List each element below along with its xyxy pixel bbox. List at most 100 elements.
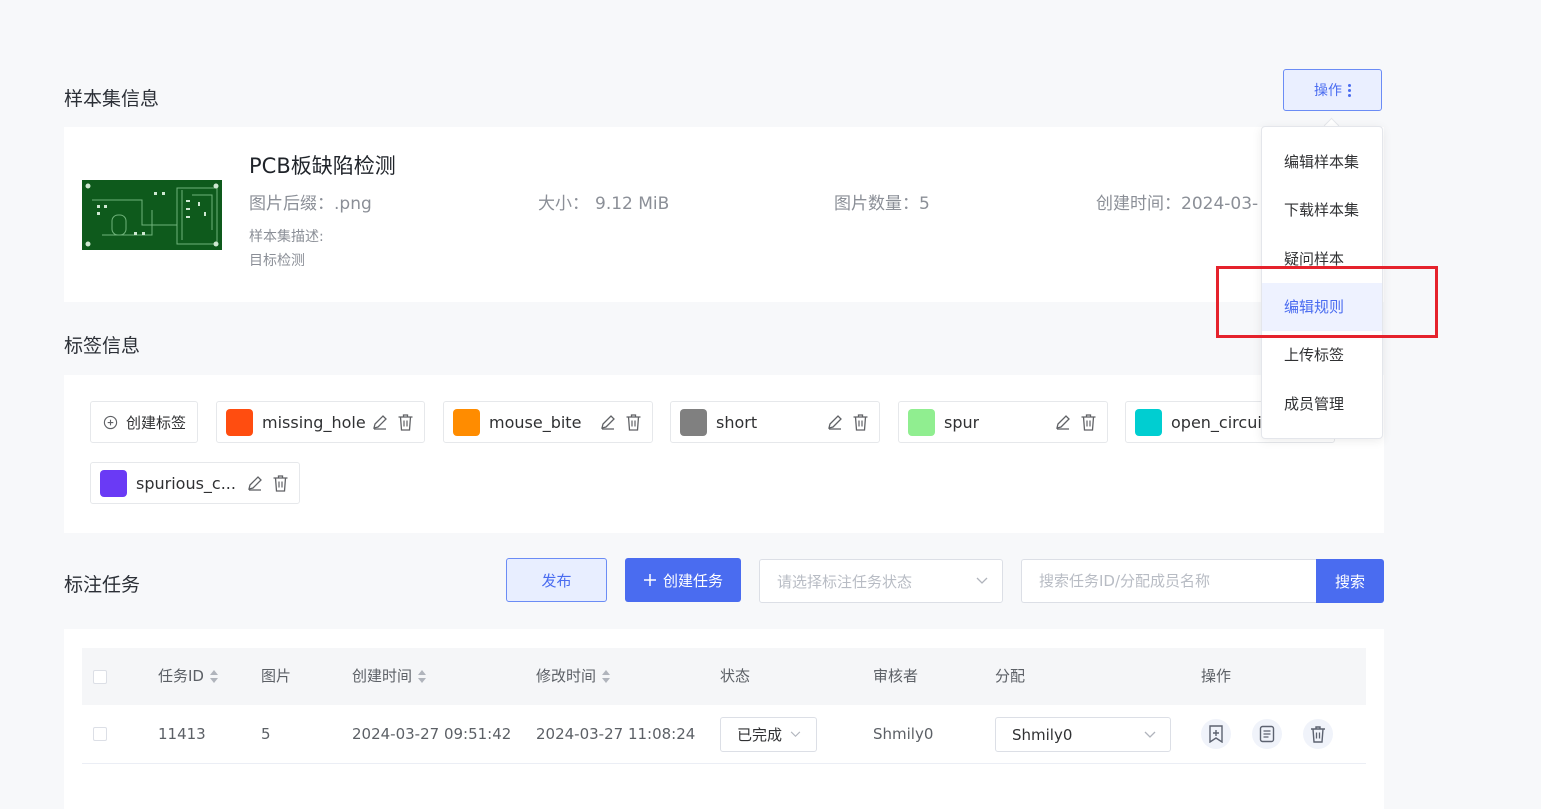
header-ops: 操作 [1201,667,1232,685]
header-task-id[interactable]: 任务ID [158,648,218,705]
tag-actions [1054,413,1097,431]
size-label: 大小： [538,194,589,214]
row-assign-select[interactable]: Shmily0 [995,717,1171,752]
edit-icon[interactable] [1054,413,1072,431]
chevron-down-icon [1144,731,1156,738]
checkbox[interactable] [93,669,107,684]
row-reviewer: Shmily0 [873,725,934,743]
header-select-all[interactable] [93,648,107,705]
row-divider [82,763,1366,764]
row-images: 5 [261,725,271,743]
bookmark-add-icon[interactable] [1201,719,1231,749]
dataset-desc-value: 目标检测 [249,253,305,269]
tag-chip[interactable]: mouse_bite [443,401,653,443]
tag-label: missing_hole [262,412,366,432]
publish-button[interactable]: 发布 [506,558,607,602]
trash-icon[interactable] [272,474,289,492]
row-modified: 2024-03-27 11:08:24 [536,725,696,743]
tag-color-swatch [226,408,253,436]
row-checkbox[interactable] [93,727,107,741]
dataset-image-count: 图片数量：5 [834,189,930,214]
chevron-down-icon [976,577,988,584]
dataset-name: PCB板缺陷检测 [249,154,396,178]
count-label: 图片数量： [834,194,919,214]
tag-actions [246,474,289,492]
tag-chip[interactable]: spur [898,401,1108,443]
tag-chip[interactable]: short [670,401,880,443]
create-task-label: 创建任务 [662,571,723,590]
dataset-thumbnail [82,180,222,250]
menu-item-edit-dataset[interactable]: 编辑样本集 [1262,138,1382,186]
edit-icon[interactable] [246,474,264,492]
sort-icon[interactable] [209,670,218,683]
header-created-label: 创建时间 [352,667,413,685]
trash-icon[interactable] [397,413,414,431]
section-title-dataset: 样本集信息 [64,88,160,110]
tag-label: spur [944,412,980,432]
count-value: 5 [919,194,930,214]
row-assign-value: Shmily0 [1012,725,1073,744]
tag-label: mouse_bite [489,412,582,432]
header-modified-label: 修改时间 [536,667,597,685]
task-status-select[interactable]: 请选择标注任务状态 [759,559,1003,603]
tag-chip[interactable]: spurious_c... [90,462,300,504]
section-title-tasks: 标注任务 [64,574,141,596]
header-created[interactable]: 创建时间 [352,648,427,705]
plus-icon [643,574,656,586]
trash-icon[interactable] [852,413,869,431]
menu-item-upload-labels[interactable]: 上传标签 [1262,331,1382,379]
header-modified[interactable]: 修改时间 [536,648,611,705]
search-button[interactable]: 搜索 [1316,559,1384,603]
row-task-id: 11413 [158,725,206,743]
tag-chip[interactable]: missing_hole [216,401,425,443]
plus-circle-icon [103,415,118,429]
row-created: 2024-03-27 09:51:42 [352,725,512,743]
tag-color-swatch [453,408,480,436]
operations-button-label: 操作 [1314,83,1342,99]
header-status: 状态 [720,667,751,685]
dataset-created-time: 创建时间：2024-03- [1096,189,1261,214]
tag-color-swatch [908,408,935,436]
size-value: 9.12 MiB [595,194,670,214]
create-tag-button[interactable]: 创建标签 [90,401,198,443]
suffix-label: 图片后缀： [249,194,334,214]
dataset-size: 大小： 9.12 MiB [538,189,669,214]
trash-icon[interactable] [1080,413,1097,431]
more-vertical-icon [1348,83,1351,97]
tag-label: spurious_c... [136,473,236,493]
tag-actions [826,413,869,431]
tags-card [64,375,1384,533]
edit-icon[interactable] [371,413,389,431]
task-search-input[interactable] [1021,559,1317,603]
row-status-select[interactable]: 已完成 [720,717,817,752]
menu-item-download-dataset[interactable]: 下载样本集 [1262,186,1382,234]
tag-label: open_circuit [1171,412,1269,432]
create-tag-label: 创建标签 [126,413,187,432]
tag-color-swatch [1135,408,1162,436]
tag-actions [371,413,414,431]
dataset-suffix: 图片后缀：.png [249,189,372,214]
dataset-desc-label: 样本集描述: [249,229,324,245]
document-icon[interactable] [1252,719,1282,749]
tag-color-swatch [100,469,127,497]
menu-item-member-management[interactable]: 成员管理 [1262,380,1382,428]
created-label: 创建时间： [1096,194,1181,214]
edit-icon[interactable] [599,413,617,431]
checkbox[interactable] [93,727,107,741]
trash-icon[interactable] [625,413,642,431]
header-assign: 分配 [995,667,1026,685]
tag-color-swatch [680,408,707,436]
edit-icon[interactable] [826,413,844,431]
created-value: 2024-03- [1181,194,1259,214]
operations-button[interactable]: 操作 [1283,69,1382,111]
header-task-id-label: 任务ID [158,667,204,685]
sort-icon[interactable] [602,670,611,683]
header-reviewer: 审核者 [873,667,919,685]
tag-label: short [716,412,758,432]
row-status-value: 已完成 [737,726,783,744]
trash-icon[interactable] [1303,719,1333,749]
header-images: 图片 [261,667,292,685]
create-task-button[interactable]: 创建任务 [625,558,741,602]
sort-icon[interactable] [418,670,427,683]
task-status-placeholder: 请选择标注任务状态 [777,572,913,591]
